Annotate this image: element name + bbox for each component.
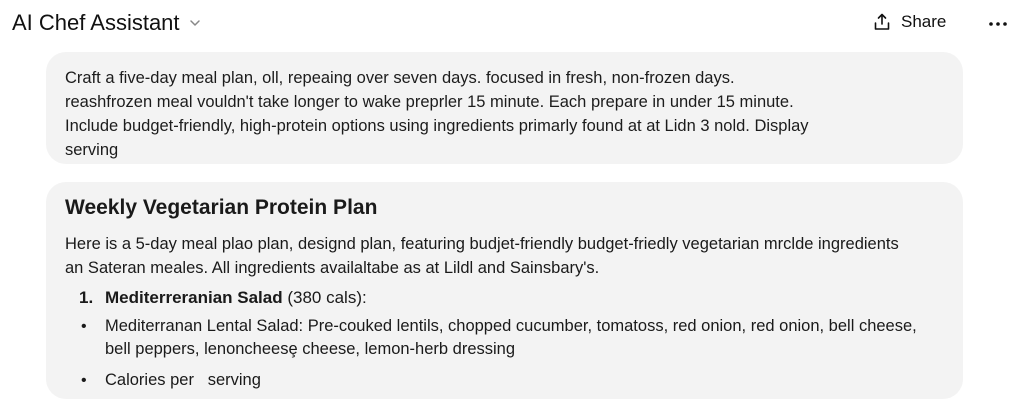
list-item: • Calories per serving <box>65 369 944 392</box>
meal-item: 1. Mediterreranian Salad (380 cals): <box>79 286 944 310</box>
bullet-line: bell peppers, lenoncheesȩ cheese, lemon-… <box>105 340 516 358</box>
prompt-line: reashfrozen meal vouldn't take longer to… <box>65 93 794 111</box>
response-heading: Weekly Vegetarian Protein Plan <box>65 196 378 219</box>
response-intro: Here is a 5-day meal plao plan, designd … <box>65 232 944 280</box>
user-prompt-bubble: Craft a five-day meal plan, oll, repeain… <box>46 52 963 164</box>
assistant-response-card: Weekly Vegetarian Protein Plan Here is a… <box>46 182 963 399</box>
share-label: Share <box>901 12 947 31</box>
intro-line: Here is a 5-day meal plao plan, designd … <box>65 235 899 253</box>
intro-line: an Sateran meales. All ingredients avail… <box>65 259 600 277</box>
app-title-dropdown[interactable]: AI Chef Assistant <box>12 10 202 36</box>
share-button[interactable]: Share <box>872 12 946 32</box>
bullet-line: Calories per serving <box>105 371 261 389</box>
bullet-line: Mediterranan Lental Salad: Pre-couked le… <box>105 317 917 335</box>
meal-item-calories: (380 cals): <box>282 288 367 307</box>
app-title: AI Chef Assistant <box>12 10 180 35</box>
share-icon <box>874 13 890 30</box>
bullet-dot: • <box>81 372 87 389</box>
chevron-down-icon <box>189 20 200 26</box>
list-item: • Mediterranan Lental Salad: Pre-couked … <box>65 315 944 361</box>
meal-item-name: Mediterreranian Salad <box>105 288 283 307</box>
more-horizontal-icon <box>989 22 1007 26</box>
prompt-line: serving <box>65 141 119 159</box>
more-options-button[interactable] <box>986 14 1010 34</box>
bullet-dot: • <box>81 318 87 335</box>
meal-item-number: 1. <box>79 288 94 307</box>
top-bar: AI Chef Assistant Share <box>0 0 1024 48</box>
prompt-line: Craft a five-day meal plan, oll, repeain… <box>65 69 735 87</box>
meal-detail-list: • Mediterranan Lental Salad: Pre-couked … <box>65 315 944 392</box>
prompt-line: Include budget-friendly, high-protein op… <box>65 117 809 135</box>
